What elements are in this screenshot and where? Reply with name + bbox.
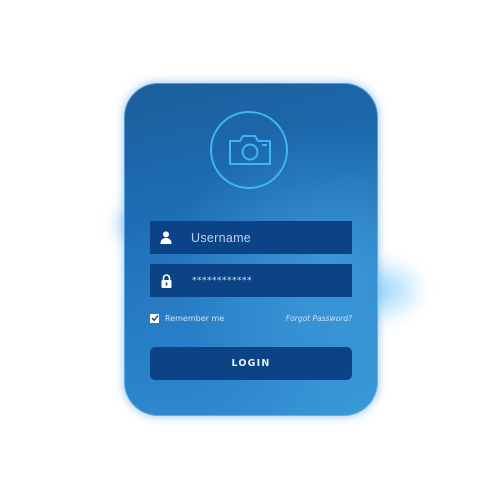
login-stage: ************ Remember me Forgot Password… [0,0,500,500]
avatar-ring [210,111,288,189]
forgot-password-link[interactable]: Forgot Password? [286,314,352,323]
login-card: ************ Remember me Forgot Password… [124,83,378,416]
remember-me-label: Remember me [165,313,225,323]
username-field[interactable] [150,221,352,254]
lock-icon [150,273,182,288]
user-icon [150,231,181,244]
login-button[interactable]: LOGIN [150,347,352,380]
username-input[interactable] [181,221,352,254]
options-row: Remember me Forgot Password? [150,311,352,325]
checkmark-icon [151,315,159,322]
password-field[interactable]: ************ [150,264,352,297]
remember-me-toggle[interactable]: Remember me [150,313,225,323]
camera-icon [229,135,271,165]
remember-me-checkbox[interactable] [150,313,159,323]
password-input[interactable]: ************ [182,276,352,286]
